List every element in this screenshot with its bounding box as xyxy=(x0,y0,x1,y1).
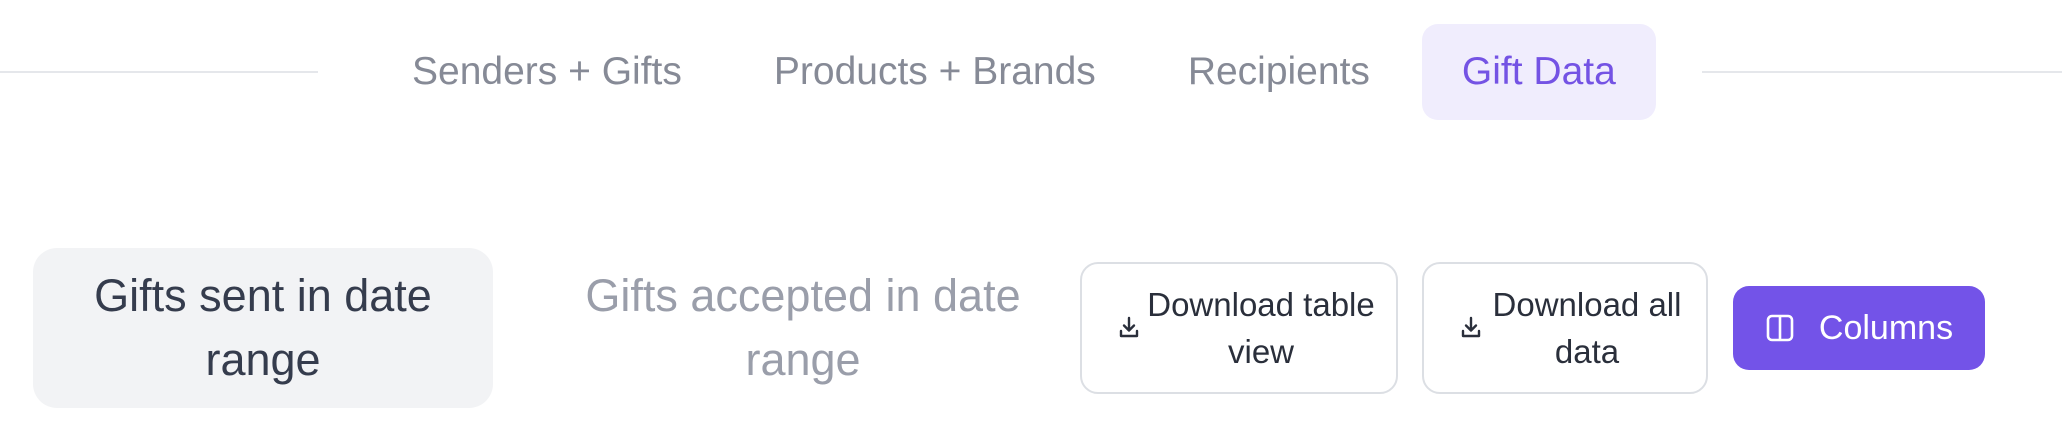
tab-senders-gifts[interactable]: Senders + Gifts xyxy=(372,24,722,120)
download-table-view-button[interactable]: Download table view xyxy=(1080,262,1398,394)
gifts-accepted-filter[interactable]: Gifts accepted in date range xyxy=(540,248,1066,408)
report-tabs: Senders + Gifts Products + Brands Recipi… xyxy=(372,24,1668,120)
tab-products-brands[interactable]: Products + Brands xyxy=(734,24,1136,120)
columns-label: Columns xyxy=(1818,308,1954,347)
tab-divider-right xyxy=(1702,71,2062,73)
gifts-sent-filter[interactable]: Gifts sent in date range xyxy=(33,248,493,408)
tab-recipients[interactable]: Recipients xyxy=(1148,24,1410,120)
download-all-data-label: Download all data xyxy=(1492,286,1682,370)
download-icon xyxy=(1116,315,1142,341)
tab-gift-data[interactable]: Gift Data xyxy=(1421,24,1656,120)
download-table-view-label: Download table view xyxy=(1147,286,1375,370)
columns-icon xyxy=(1765,313,1795,343)
gift-report-page: Senders + Gifts Products + Brands Recipi… xyxy=(0,0,2062,434)
gifts-sent-label: Gifts sent in date range xyxy=(94,270,432,385)
columns-button[interactable]: Columns xyxy=(1733,286,1985,370)
gifts-accepted-label: Gifts accepted in date range xyxy=(585,270,1021,385)
download-all-data-button[interactable]: Download all data xyxy=(1422,262,1708,394)
tab-divider-left xyxy=(0,71,318,73)
download-icon xyxy=(1458,315,1484,341)
